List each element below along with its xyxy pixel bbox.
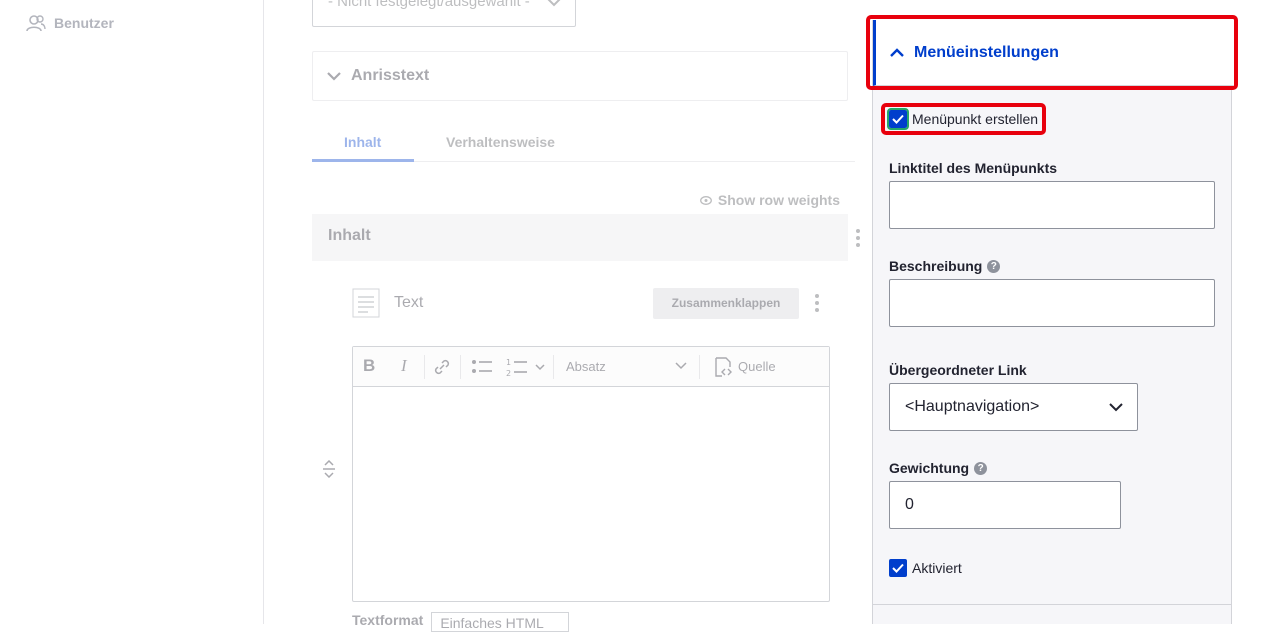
users-icon [26, 15, 46, 32]
text-format-select[interactable]: Einfaches HTML [431, 612, 570, 632]
chevron-down-icon [327, 72, 341, 81]
checkmark-icon [892, 563, 904, 573]
kebab-menu-icon[interactable] [814, 293, 820, 313]
source-code-icon[interactable] [713, 357, 733, 377]
description-input[interactable] [889, 279, 1215, 327]
weight-input[interactable]: 0 [889, 481, 1121, 529]
show-row-weights-label: Show row weights [717, 192, 840, 208]
rich-text-editor[interactable]: B I 12 Absatz Quelle [352, 346, 830, 602]
weight-value: 0 [905, 496, 914, 513]
description-label-text: Beschreibung [889, 258, 983, 274]
create-menu-item-checkbox[interactable] [887, 108, 909, 130]
link-icon[interactable] [433, 358, 451, 376]
chevron-down-icon [1109, 403, 1123, 412]
tab-content[interactable]: Inhalt [311, 134, 415, 162]
toolbar-separator [424, 355, 425, 379]
paragraph-style-dropdown[interactable]: Absatz [566, 359, 606, 374]
italic-icon[interactable]: I [401, 356, 407, 376]
show-row-weights-link[interactable]: Show row weights [699, 192, 840, 208]
menu-settings-title: Menüeinstellungen [914, 43, 1059, 61]
panel-divider [872, 604, 1232, 605]
chevron-down-icon [547, 0, 561, 7]
link-title-label: Linktitel des Menüpunkts [889, 160, 1057, 176]
toolbar-separator [460, 355, 461, 379]
content-section-title: Inhalt [328, 227, 371, 244]
menu-settings-summary[interactable]: Menüeinstellungen [873, 20, 1233, 86]
toolbar-separator [699, 355, 700, 379]
enabled-label: Aktiviert [912, 560, 962, 576]
description-label: Beschreibung ? [889, 258, 1001, 274]
kebab-menu-icon[interactable] [855, 228, 861, 248]
parent-link-value: <Hauptnavigation> [905, 398, 1040, 415]
teaser-details[interactable]: Anrisstext [312, 51, 848, 101]
source-button-label[interactable]: Quelle [738, 359, 776, 374]
create-menu-item-label: Menüpunkt erstellen [912, 111, 1039, 127]
admin-sidebar: Benutzer [0, 0, 264, 624]
text-format-label: Textformat [352, 612, 424, 628]
text-item-label: Text [394, 294, 424, 311]
svg-text:1: 1 [506, 358, 511, 367]
editor-toolbar: B I 12 Absatz Quelle [353, 347, 829, 387]
parent-link-label-text: Übergeordneter Link [889, 362, 1027, 378]
parent-link-select[interactable]: <Hauptnavigation> [889, 383, 1138, 431]
content-tabs: Inhalt Verhaltensweise [311, 122, 855, 162]
chevron-up-icon [890, 47, 904, 57]
collapse-button[interactable]: Zusammenklappen [653, 288, 799, 319]
numbered-list-icon[interactable]: 12 [505, 356, 549, 378]
checkmark-icon [892, 114, 904, 124]
text-paragraph-icon [352, 288, 380, 318]
tab-behavior[interactable]: Verhaltensweise [446, 134, 555, 150]
help-icon[interactable]: ? [987, 259, 1001, 273]
help-icon[interactable]: ? [974, 461, 988, 475]
weight-label: Gewichtung ? [889, 460, 988, 476]
sidebar-item-label: Benutzer [54, 15, 114, 31]
link-title-label-text: Linktitel des Menüpunkts [889, 160, 1058, 176]
teaser-label: Anrisstext [351, 67, 430, 84]
bulleted-list-icon[interactable] [471, 358, 493, 376]
bold-icon[interactable]: B [363, 356, 375, 376]
sidebar-item-users[interactable]: Benutzer [26, 14, 114, 32]
create-menu-item-checkbox-row[interactable]: Menüpunkt erstellen [887, 108, 1039, 130]
enabled-checkbox[interactable] [889, 559, 907, 577]
weight-label-text: Gewichtung [889, 460, 970, 476]
parent-link-label: Übergeordneter Link [889, 362, 1027, 378]
node-edit-form: - Nicht festgelegt/ausgewählt - Anrisste… [265, 0, 865, 632]
top-select[interactable]: - Nicht festgelegt/ausgewählt - [312, 0, 576, 27]
chevron-down-icon [675, 362, 687, 370]
svg-text:2: 2 [506, 369, 511, 378]
link-title-input[interactable] [889, 181, 1215, 229]
enabled-checkbox-row[interactable]: Aktiviert [889, 559, 962, 577]
toolbar-separator [553, 355, 554, 379]
content-section-header: Inhalt [312, 214, 860, 261]
eye-icon [699, 195, 712, 205]
drag-handle-icon[interactable] [321, 460, 337, 478]
text-paragraph-row: Text Zusammenklappen [352, 288, 832, 319]
top-select-value: - Nicht festgelegt/ausgewählt - [328, 0, 530, 10]
text-format-row: Textformat Einfaches HTML [352, 612, 570, 632]
